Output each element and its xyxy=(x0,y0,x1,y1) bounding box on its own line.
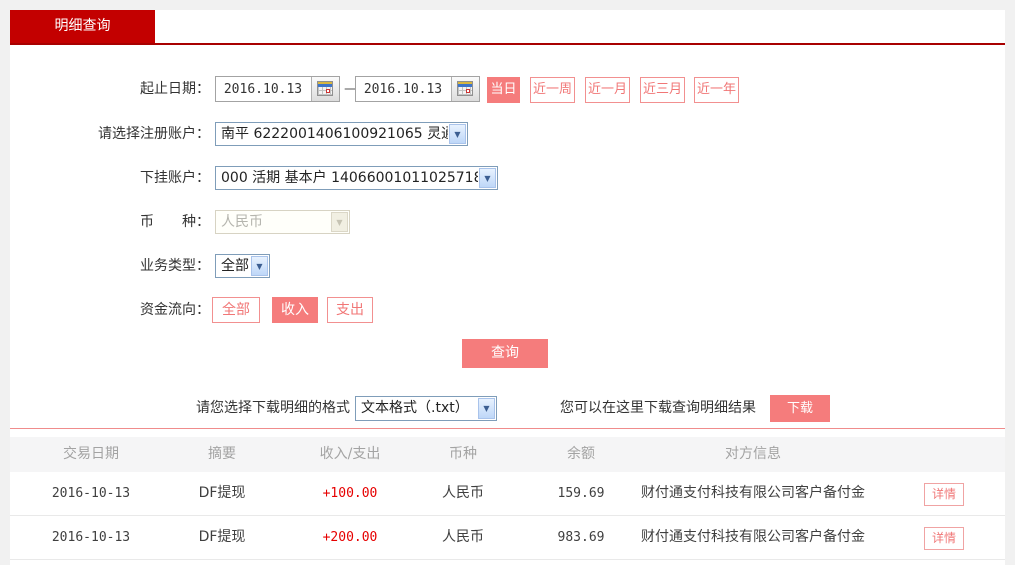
header-counterparty: 对方信息 xyxy=(725,446,781,462)
cell-balance: 983.69 xyxy=(557,530,605,545)
sub-account-value: 000 活期 基本户 1406600101102571848 xyxy=(221,170,478,186)
table-row: 2016-10-13 DF提现 +200.00 人民币 983.69 财付通支付… xyxy=(10,516,1005,560)
query-button[interactable]: 查询 xyxy=(462,339,548,368)
content-panel: 明细查询 起止日期： — 当日 近一周 近一月 近三月 近一年 xyxy=(10,10,1005,565)
cell-counterparty: 财付通支付科技有限公司客户备付金 xyxy=(641,529,865,545)
fund-flow-expense-button[interactable]: 支出 xyxy=(327,297,373,323)
cell-trade-date: 2016-10-13 xyxy=(51,486,131,501)
cell-summary: DF提现 xyxy=(198,529,246,545)
fund-flow-income-button[interactable]: 收入 xyxy=(272,297,318,323)
register-account-label: 请选择注册账户： xyxy=(98,126,210,142)
date-to-calendar-button[interactable] xyxy=(451,77,479,101)
currency-value: 人民币 xyxy=(221,214,263,230)
cell-amount: +200.00 xyxy=(322,530,378,545)
detail-button[interactable]: 详情 xyxy=(924,483,964,506)
cell-amount: +100.00 xyxy=(322,486,378,501)
detail-button[interactable]: 详情 xyxy=(924,527,964,550)
download-format-label: 请您选择下载明细的格式 xyxy=(196,400,350,416)
header-balance: 余额 xyxy=(567,446,595,462)
tab-underline-divider xyxy=(10,43,1005,45)
currency-select: 人民币 ▼ xyxy=(215,210,350,234)
quick-range-quarter-button[interactable]: 近三月 xyxy=(640,77,685,103)
cell-balance: 159.69 xyxy=(557,486,605,501)
date-range-label: 起止日期： xyxy=(140,81,210,97)
chevron-down-icon: ▼ xyxy=(479,168,496,188)
chevron-down-icon: ▼ xyxy=(331,212,348,232)
cell-summary: DF提现 xyxy=(198,485,246,501)
date-to-field xyxy=(355,76,480,102)
chevron-down-icon: ▼ xyxy=(251,256,268,276)
cell-counterparty: 财付通支付科技有限公司客户备付金 xyxy=(641,485,865,501)
download-hint-text: 您可以在这里下载查询明细结果 xyxy=(560,400,756,416)
table-header-row: 交易日期 摘要 收入/支出 币种 余额 对方信息 xyxy=(10,437,1005,472)
sub-account-select[interactable]: 000 活期 基本户 1406600101102571848 ▼ xyxy=(215,166,498,190)
header-summary: 摘要 xyxy=(208,446,236,462)
detail-query-page: 明细查询 起止日期： — 当日 近一周 近一月 近三月 近一年 xyxy=(0,0,1015,565)
download-format-select[interactable]: 文本格式（.txt） ▼ xyxy=(355,396,497,421)
date-from-calendar-button[interactable] xyxy=(311,77,339,101)
fund-flow-all-button[interactable]: 全部 xyxy=(212,297,260,323)
table-row: 2016-10-13 DF提现 +100.00 人民币 159.69 财付通支付… xyxy=(10,472,1005,516)
quick-range-month-button[interactable]: 近一月 xyxy=(585,77,630,103)
register-account-select[interactable]: 南平 6222001406100921065 灵通卡 ▼ xyxy=(215,122,468,146)
date-from-input[interactable] xyxy=(216,77,310,101)
calendar-icon xyxy=(317,81,333,96)
chevron-down-icon: ▼ xyxy=(449,124,466,144)
chevron-down-icon: ▼ xyxy=(478,398,495,419)
business-type-label: 业务类型： xyxy=(140,258,210,274)
date-to-input[interactable] xyxy=(356,77,450,101)
header-amount: 收入/支出 xyxy=(319,446,381,462)
download-format-value: 文本格式（.txt） xyxy=(361,400,469,416)
sub-account-label: 下挂账户： xyxy=(140,170,210,186)
fund-flow-label: 资金流向： xyxy=(140,302,210,318)
tab-detail-query[interactable]: 明细查询 xyxy=(10,10,155,43)
table-top-divider xyxy=(10,428,1005,429)
cell-trade-date: 2016-10-13 xyxy=(51,530,131,545)
cell-currency: 人民币 xyxy=(442,485,484,501)
quick-range-today-button[interactable]: 当日 xyxy=(487,77,520,103)
header-currency: 币种 xyxy=(449,446,477,462)
cell-currency: 人民币 xyxy=(442,529,484,545)
download-button[interactable]: 下载 xyxy=(770,395,830,422)
quick-range-year-button[interactable]: 近一年 xyxy=(694,77,739,103)
business-type-value: 全部 xyxy=(221,258,249,274)
business-type-select[interactable]: 全部 ▼ xyxy=(215,254,270,278)
calendar-icon xyxy=(457,81,473,96)
register-account-value: 南平 6222001406100921065 灵通卡 xyxy=(221,126,448,142)
header-trade-date: 交易日期 xyxy=(63,446,119,462)
date-from-field xyxy=(215,76,340,102)
quick-range-week-button[interactable]: 近一周 xyxy=(530,77,575,103)
currency-label: 币 种： xyxy=(140,214,210,230)
